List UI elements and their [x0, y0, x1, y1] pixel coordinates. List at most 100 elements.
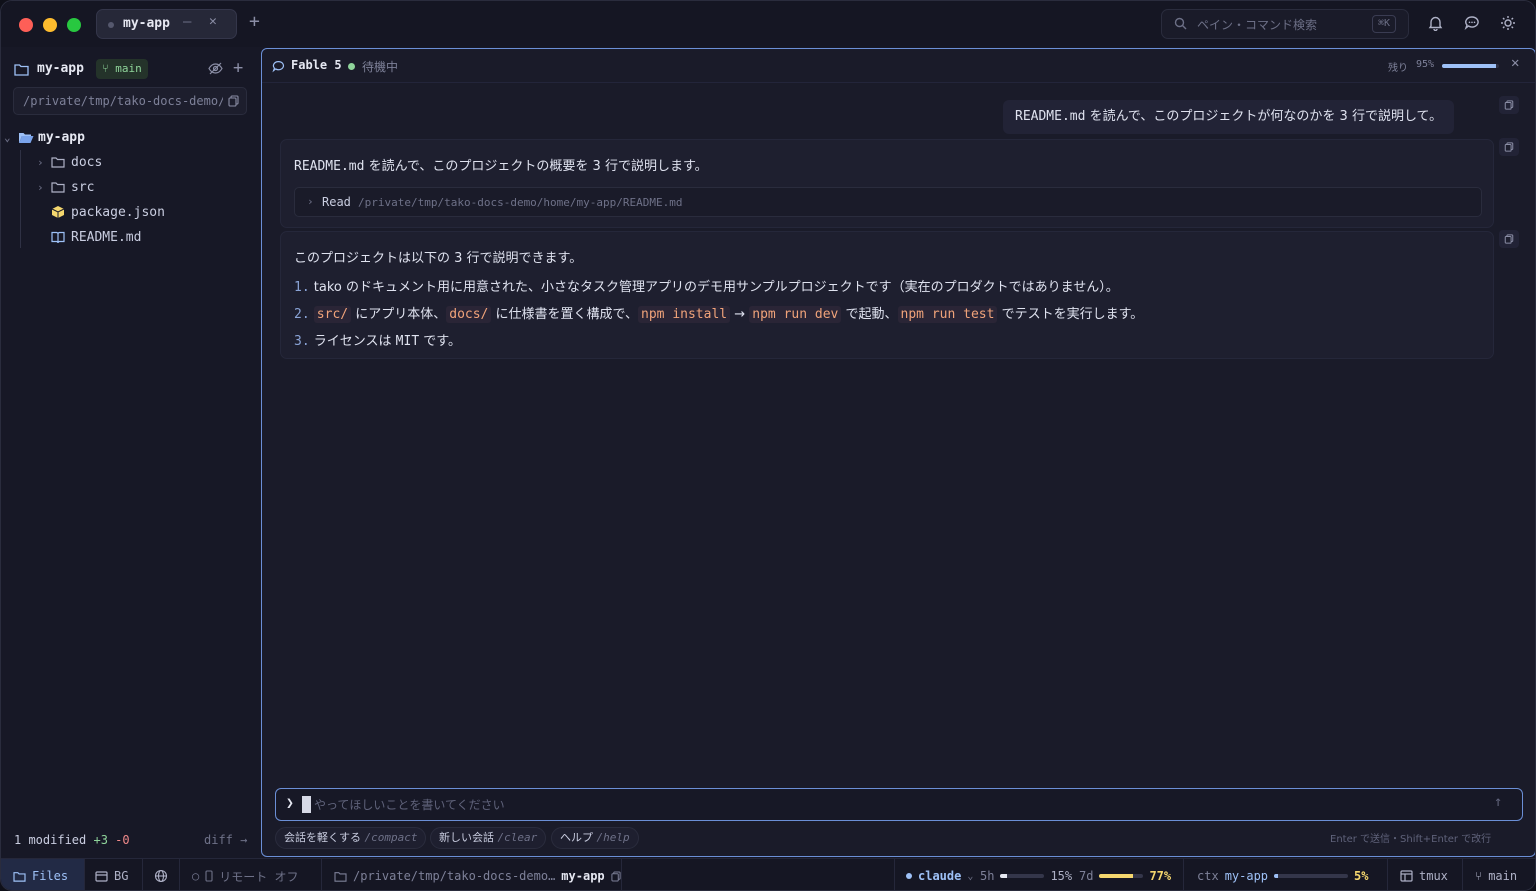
usage-7d-percent: 77% — [1149, 869, 1172, 883]
item-number: 3. — [294, 334, 310, 349]
answer-intro: このプロジェクトは以下の 3 行で説明できます。 — [294, 251, 583, 266]
ctx-percent: 5% — [1354, 869, 1369, 883]
item-number: 1. — [294, 280, 310, 295]
tree-item-package-json[interactable]: package.json — [51, 201, 165, 223]
command-search[interactable]: ペイン・コマンド検索 ⌘K — [1161, 9, 1409, 39]
add-file-button[interactable]: + — [233, 58, 243, 78]
search-icon — [1174, 17, 1187, 34]
chevron-down-icon: ⌄ — [4, 130, 11, 144]
tab-minimize-button[interactable]: — — [183, 14, 191, 30]
tree-item-readme[interactable]: README.md — [51, 226, 141, 248]
eye-off-icon[interactable] — [208, 62, 223, 79]
app-window: my-app — ✕ + ペイン・コマンド検索 ⌘K my-app ⑂ main… — [0, 0, 1536, 891]
remote-toggle[interactable]: ○ リモート オフ — [192, 859, 299, 890]
session-title: Fable 5 — [291, 58, 342, 72]
globe-icon[interactable] — [154, 859, 168, 890]
usage-5h-percent: 15% — [1050, 869, 1073, 883]
tmux-button[interactable]: tmux — [1400, 859, 1448, 890]
diff-link[interactable]: diff → — [204, 833, 247, 847]
window-icon — [95, 870, 108, 882]
user-message-text: を読んで、このプロジェクトが何なのかを 3 行で説明して。 — [1085, 109, 1443, 124]
project-path-field[interactable]: /private/tmp/tako-docs-demo/home/my-app — [13, 87, 247, 115]
status-bar: Files BG ○ リモート オフ /private/tmp/tako-doc… — [1, 858, 1535, 890]
usage-5h-bar-fill — [1000, 874, 1008, 878]
workspace-project: my-app — [561, 869, 605, 883]
assistant-intro-text: を読んで、このプロジェクトの概要を 3 行で説明します。 — [364, 159, 708, 174]
session-status: 待機中 — [362, 60, 399, 74]
assistant-intro: README.md を読んで、このプロジェクトの概要を 3 行で説明します。 — [294, 155, 708, 174]
prompt-caret: ❯ — [286, 796, 294, 811]
agent-status-dot — [906, 873, 912, 879]
item-text: で起動、 — [841, 307, 898, 322]
tree-item-my-app[interactable]: ⌄ my-app — [4, 126, 85, 148]
prompt-input[interactable]: ❯ やってほしいことを書いてください ↑ — [275, 788, 1523, 821]
copy-icon[interactable] — [228, 95, 239, 111]
send-hint: Enter で送信・Shift+Enter で改行 — [1330, 834, 1492, 845]
inline-code: npm run test — [897, 306, 998, 323]
package-icon — [51, 205, 71, 219]
remaining-bar-fill — [1442, 64, 1497, 68]
branch-indicator[interactable]: ⑂ main — [1475, 859, 1517, 890]
branch-badge: ⑂ main — [96, 59, 148, 79]
inline-code: npm run dev — [749, 306, 842, 323]
context-usage: ctx my-app 5% — [1197, 859, 1369, 890]
git-branch-icon: ⑂ — [102, 62, 109, 75]
usage-7d-bar — [1099, 874, 1144, 878]
tree-item-docs[interactable]: › docs — [37, 151, 102, 173]
theme-sun-icon[interactable] — [1500, 15, 1516, 35]
close-pane-button[interactable]: ✕ — [1511, 55, 1519, 71]
chip-command: /compact — [364, 831, 418, 844]
tree-item-src[interactable]: › src — [37, 176, 94, 198]
inline-code: npm install — [638, 306, 731, 323]
folder-icon — [13, 871, 26, 882]
bg-toggle[interactable]: BG — [95, 859, 129, 890]
chat-icon[interactable] — [1464, 15, 1480, 35]
inline-code: docs/ — [446, 306, 492, 323]
tool-call-read[interactable]: › Read /private/tmp/tako-docs-demo/home/… — [294, 187, 1482, 217]
bell-icon[interactable] — [1428, 15, 1443, 35]
copy-message-button[interactable] — [1499, 138, 1519, 156]
answer-item-2: 2. src/ にアプリ本体、 docs/ に仕様書を置く構成で、 npm inst… — [294, 303, 1143, 323]
lines-removed: -0 — [115, 833, 130, 847]
close-window-button[interactable] — [19, 18, 33, 32]
bg-label: BG — [114, 869, 129, 883]
chevron-down-icon: ⌄ — [967, 870, 974, 882]
send-arrow-icon[interactable]: ↑ — [1494, 794, 1502, 810]
usage-5h: 5h 15% — [980, 859, 1073, 890]
item-text: tako のドキュメント用に用意された、小さなタスク管理アプリのデモ用サンプルプ… — [313, 280, 1119, 295]
tab-my-app[interactable]: my-app — ✕ — [96, 9, 237, 39]
answer-item-1: 1. tako のドキュメント用に用意された、小さなタスク管理アプリのデモ用サン… — [294, 276, 1119, 295]
prompt-placeholder: やってほしいことを書いてください — [314, 798, 505, 812]
remote-label: リモート オフ — [219, 869, 299, 884]
chip-help[interactable]: ヘルプ /help — [551, 827, 639, 849]
maximize-window-button[interactable] — [67, 18, 81, 32]
workspace-path[interactable]: /private/tmp/tako-docs-demo… my-app — [334, 859, 621, 890]
project-name: my-app — [37, 61, 84, 76]
sidebar-footer: 1 modified +3 -0 diff → — [1, 827, 260, 857]
new-tab-button[interactable]: + — [249, 11, 260, 32]
book-icon — [51, 231, 71, 244]
inline-code: src/ — [313, 306, 352, 323]
tab-label: my-app — [123, 16, 170, 31]
tree-guide-line — [20, 150, 21, 248]
pane-header: Fable 5 待機中 残り 95% ✕ — [262, 49, 1535, 83]
git-branch-icon: ⑂ — [1475, 869, 1483, 883]
chevron-right-icon: › — [37, 180, 44, 194]
agent-selector[interactable]: claude ⌄ — [906, 859, 974, 890]
tab-close-button[interactable]: ✕ — [209, 14, 217, 29]
ctx-bar — [1274, 874, 1349, 878]
minimize-window-button[interactable] — [43, 18, 57, 32]
item-text: です。 — [419, 334, 461, 349]
item-text: にアプリ本体、 — [351, 307, 447, 322]
chip-clear[interactable]: 新しい会話 /clear — [430, 827, 547, 849]
files-toggle[interactable]: Files — [1, 859, 84, 890]
tree-item-label: package.json — [71, 204, 165, 220]
copy-message-button[interactable] — [1499, 230, 1519, 248]
tree-item-label: src — [71, 179, 95, 195]
folder-icon — [334, 871, 347, 882]
chat-pane: Fable 5 待機中 残り 95% ✕ README.md を読んで、このプロ… — [261, 48, 1535, 857]
copy-message-button[interactable] — [1499, 96, 1519, 114]
search-shortcut: ⌘K — [1372, 15, 1397, 33]
chip-compact[interactable]: 会話を軽くする /compact — [275, 827, 427, 849]
remaining-bar — [1442, 64, 1499, 68]
